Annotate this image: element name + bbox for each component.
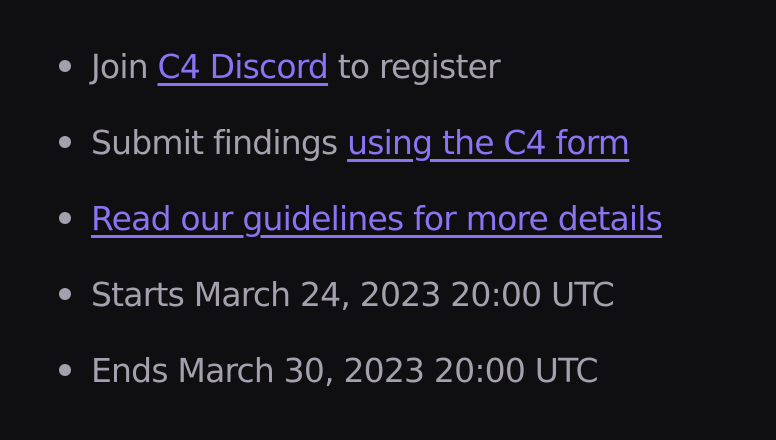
bullet-icon bbox=[59, 212, 71, 224]
list-item-join-discord: Join C4 Discord to register bbox=[56, 40, 756, 116]
register-text: to register bbox=[328, 47, 501, 86]
bullet-icon bbox=[59, 364, 71, 376]
list-item-submit-findings: Submit findings using the C4 form bbox=[56, 116, 756, 192]
list-item-start-date: Starts March 24, 2023 20:00 UTC bbox=[56, 268, 756, 344]
bullet-icon bbox=[59, 60, 71, 72]
list-item-guidelines: Read our guidelines for more details bbox=[56, 192, 756, 268]
join-text: Join bbox=[91, 47, 158, 86]
guidelines-link[interactable]: Read our guidelines for more details bbox=[91, 199, 663, 238]
end-date-text: Ends March 30, 2023 20:00 UTC bbox=[91, 351, 599, 390]
list-item-end-date: Ends March 30, 2023 20:00 UTC bbox=[56, 344, 756, 420]
bullet-icon bbox=[59, 136, 71, 148]
c4-discord-link[interactable]: C4 Discord bbox=[158, 47, 329, 86]
c4-form-link[interactable]: using the C4 form bbox=[347, 123, 630, 162]
bullet-icon bbox=[59, 288, 71, 300]
contest-info-list: Join C4 Discord to register Submit findi… bbox=[56, 40, 756, 420]
start-date-text: Starts March 24, 2023 20:00 UTC bbox=[91, 275, 615, 314]
submit-findings-text: Submit findings bbox=[91, 123, 348, 162]
